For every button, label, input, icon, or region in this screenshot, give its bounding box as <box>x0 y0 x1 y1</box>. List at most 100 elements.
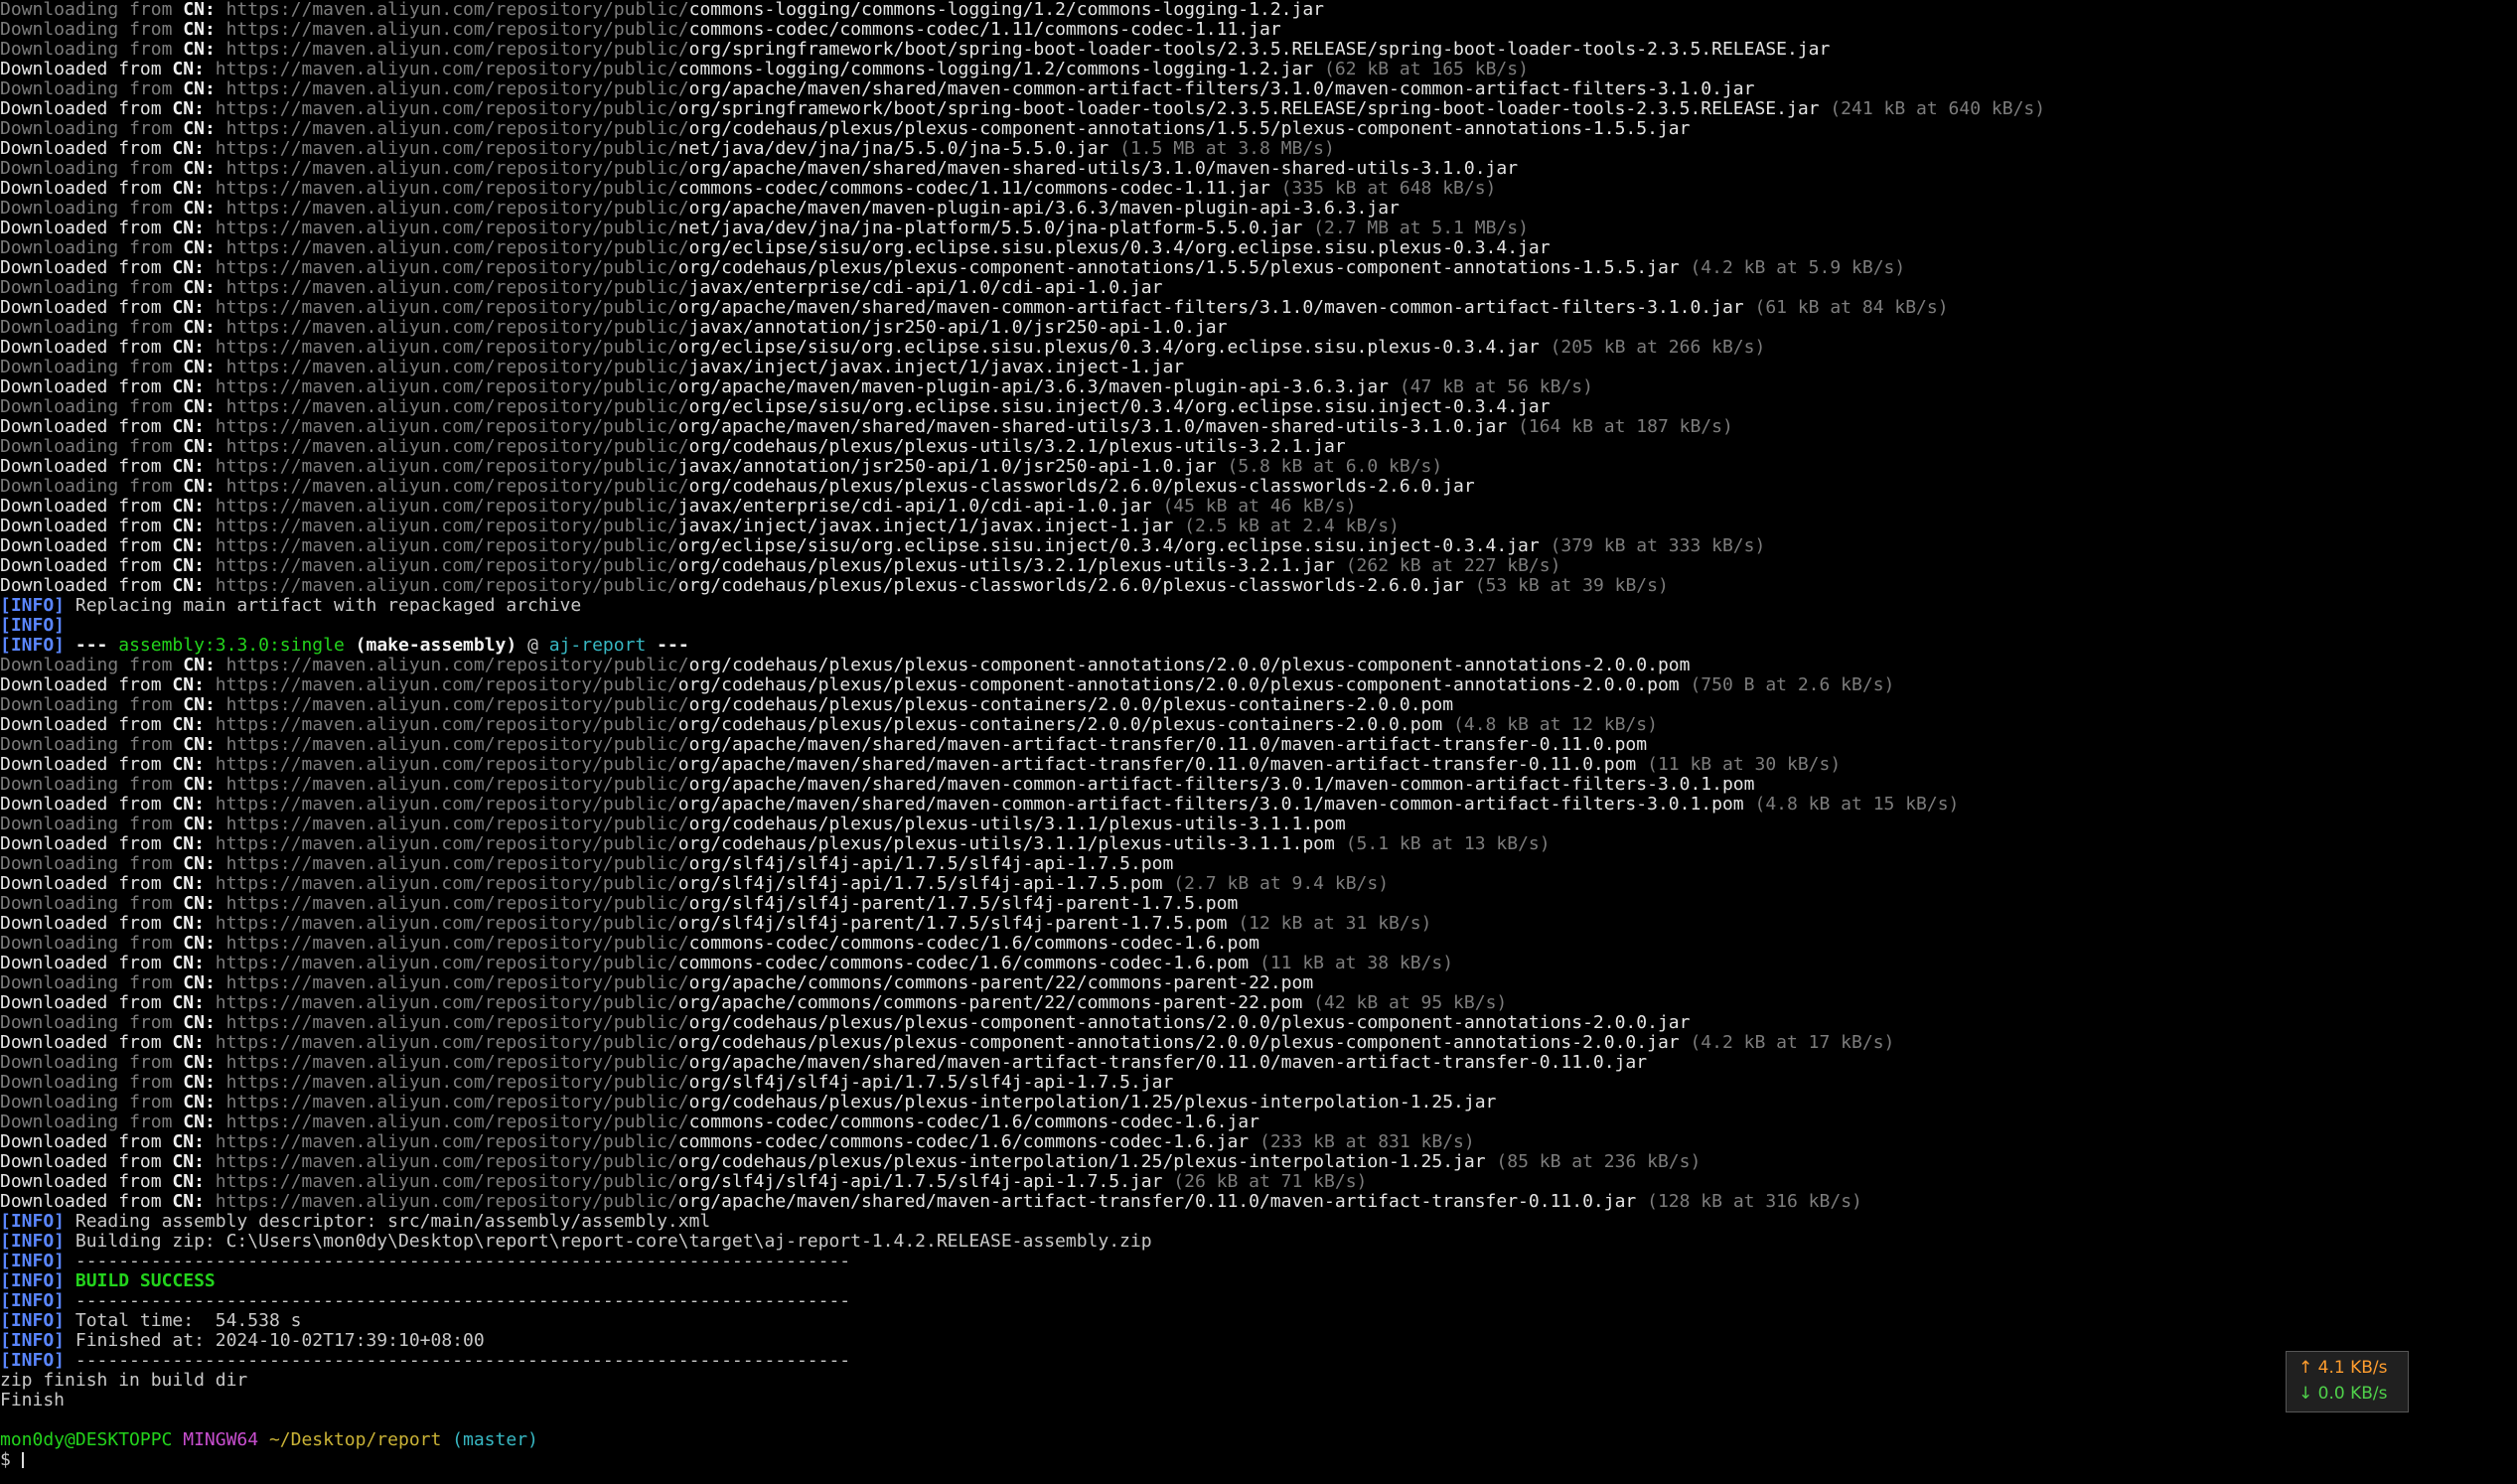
repo-base-url: https://maven.aliyun.com/repository/publ… <box>225 1013 689 1033</box>
repo-base-url: https://maven.aliyun.com/repository/publ… <box>225 20 689 40</box>
repo-base-url: https://maven.aliyun.com/repository/publ… <box>225 695 689 715</box>
info-line: [INFO] Building zip: C:\Users\mon0dy\Des… <box>0 1232 2517 1252</box>
repo-id: CN: <box>172 576 205 596</box>
from-word: from <box>129 79 173 99</box>
repo-id: CN: <box>172 517 205 536</box>
info-line: [INFO] Finished at: 2024-10-02T17:39:10+… <box>0 1331 2517 1351</box>
download-line: Downloading from CN: https://maven.aliyu… <box>0 1013 2517 1033</box>
download-status: Downloaded <box>0 377 108 397</box>
repo-base-url: https://maven.aliyun.com/repository/publ… <box>225 735 689 755</box>
download-size: (11 kB at 38 kB/s) <box>1258 954 1454 973</box>
artifact-path: org/codehaus/plexus/plexus-containers/2.… <box>677 715 1443 735</box>
repo-id: CN: <box>172 377 205 397</box>
repo-base-url: https://maven.aliyun.com/repository/publ… <box>215 179 678 199</box>
download-line: Downloaded from CN: https://maven.aliyun… <box>0 715 2517 735</box>
artifact-path: org/slf4j/slf4j-api/1.7.5/slf4j-api-1.7.… <box>688 1073 1174 1093</box>
download-line: Downloading from CN: https://maven.aliyu… <box>0 79 2517 99</box>
repo-base-url: https://maven.aliyun.com/repository/publ… <box>225 278 689 298</box>
download-size: (4.8 kB at 15 kB/s) <box>1754 795 1960 815</box>
repo-base-url: https://maven.aliyun.com/repository/publ… <box>225 973 689 993</box>
download-line: Downloaded from CN: https://maven.aliyun… <box>0 536 2517 556</box>
from-word: from <box>129 775 173 795</box>
repo-base-url: https://maven.aliyun.com/repository/publ… <box>215 914 678 934</box>
repo-id: CN: <box>172 715 205 735</box>
artifact-path: commons-logging/commons-logging/1.2/comm… <box>688 0 1325 20</box>
artifact-path: org/apache/commons/commons-parent/22/com… <box>677 993 1303 1013</box>
info-tag: [INFO] <box>0 1331 66 1351</box>
repo-base-url: https://maven.aliyun.com/repository/publ… <box>215 536 678 556</box>
download-status: Downloading <box>0 0 119 20</box>
repo-base-url: https://maven.aliyun.com/repository/publ… <box>215 338 678 358</box>
repo-base-url: https://maven.aliyun.com/repository/publ… <box>225 0 689 20</box>
artifact-path: org/codehaus/plexus/plexus-component-ann… <box>688 656 1691 675</box>
artifact-path: org/apache/maven/shared/maven-shared-uti… <box>677 417 1508 437</box>
download-line: Downloading from CN: https://maven.aliyu… <box>0 20 2517 40</box>
download-status: Downloaded <box>0 755 108 775</box>
artifact-path: org/codehaus/plexus/plexus-utils/3.2.1/p… <box>677 556 1335 576</box>
artifact-path: org/apache/commons/commons-parent/22/com… <box>688 973 1314 993</box>
artifact-path: org/slf4j/slf4j-api/1.7.5/slf4j-api-1.7.… <box>688 854 1174 874</box>
repo-id: CN: <box>183 1073 216 1093</box>
repo-base-url: https://maven.aliyun.com/repository/publ… <box>215 755 678 775</box>
artifact-path: org/apache/maven/shared/maven-common-art… <box>688 775 1755 795</box>
repo-base-url: https://maven.aliyun.com/repository/publ… <box>215 377 678 397</box>
dashes: --- <box>74 636 108 656</box>
repo-id: CN: <box>183 20 216 40</box>
text-cursor[interactable] <box>21 1452 24 1468</box>
repo-base-url: https://maven.aliyun.com/repository/publ… <box>225 1073 689 1093</box>
info-text: Reading assembly descriptor: src/main/as… <box>74 1212 711 1232</box>
from-word: from <box>118 1192 162 1212</box>
artifact-path: org/codehaus/plexus/plexus-utils/3.1.1/p… <box>677 834 1335 854</box>
repo-id: CN: <box>172 834 205 854</box>
download-status: Downloading <box>0 238 119 258</box>
repo-id: CN: <box>183 477 216 497</box>
repo-id: CN: <box>183 278 216 298</box>
repo-id: CN: <box>172 298 205 318</box>
network-speed-widget[interactable]: ↑ 4.1 KB/s ↓ 0.0 KB/s <box>2286 1351 2409 1412</box>
repo-base-url: https://maven.aliyun.com/repository/publ… <box>215 139 678 159</box>
download-status: Downloading <box>0 199 119 219</box>
repo-id: CN: <box>172 954 205 973</box>
artifact-path: org/codehaus/plexus/plexus-component-ann… <box>677 258 1680 278</box>
from-word: from <box>129 238 173 258</box>
terminal-output[interactable]: Downloading from CN: https://maven.aliyu… <box>0 0 2517 1470</box>
repo-id: CN: <box>172 457 205 477</box>
download-status: Downloading <box>0 854 119 874</box>
download-line: Downloaded from CN: https://maven.aliyun… <box>0 1132 2517 1152</box>
artifact-path: javax/inject/javax.inject/1/javax.inject… <box>688 358 1185 377</box>
info-tag: [INFO] <box>0 1212 66 1232</box>
artifact-path: javax/annotation/jsr250-api/1.0/jsr250-a… <box>688 318 1228 338</box>
download-status: Downloading <box>0 1113 119 1132</box>
from-word: from <box>129 894 173 914</box>
separator: ----------------------------------------… <box>74 1252 851 1271</box>
output-line: Finish <box>0 1391 2517 1410</box>
artifact-path: org/apache/maven/shared/maven-common-art… <box>688 79 1755 99</box>
repo-id: CN: <box>172 338 205 358</box>
repo-id: CN: <box>172 675 205 695</box>
repo-id: CN: <box>172 417 205 437</box>
repo-id: CN: <box>183 735 216 755</box>
command-input-line[interactable]: $ <box>0 1450 2517 1470</box>
from-word: from <box>118 377 162 397</box>
info-tag: [INFO] <box>0 616 66 636</box>
from-word: from <box>118 675 162 695</box>
repo-base-url: https://maven.aliyun.com/repository/publ… <box>215 517 678 536</box>
repo-id: CN: <box>172 993 205 1013</box>
download-line: Downloaded from CN: https://maven.aliyun… <box>0 834 2517 854</box>
download-status: Downloaded <box>0 1192 108 1212</box>
repo-id: CN: <box>183 934 216 954</box>
download-status: Downloaded <box>0 556 108 576</box>
download-status: Downloaded <box>0 258 108 278</box>
repo-base-url: https://maven.aliyun.com/repository/publ… <box>225 854 689 874</box>
download-line: Downloading from CN: https://maven.aliyu… <box>0 973 2517 993</box>
from-word: from <box>118 457 162 477</box>
download-status: Downloaded <box>0 993 108 1013</box>
repo-id: CN: <box>172 795 205 815</box>
artifact-path: org/apache/maven/shared/maven-common-art… <box>677 298 1744 318</box>
repo-id: CN: <box>183 238 216 258</box>
from-word: from <box>118 338 162 358</box>
repo-base-url: https://maven.aliyun.com/repository/publ… <box>215 556 678 576</box>
download-line: Downloaded from CN: https://maven.aliyun… <box>0 517 2517 536</box>
repo-id: CN: <box>183 854 216 874</box>
